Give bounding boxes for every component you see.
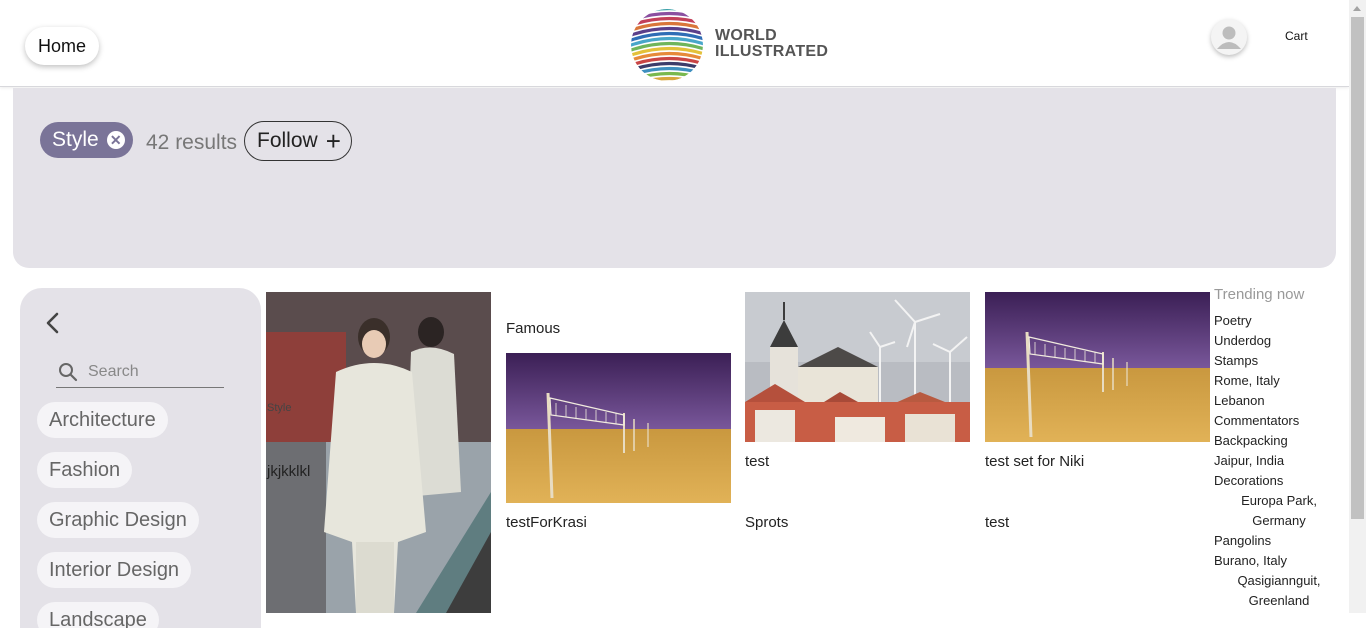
plus-icon: + [325,126,341,156]
trending-item[interactable]: Lebanon [1214,391,1344,411]
search-icon [58,362,78,382]
follow-label: Follow [257,129,318,152]
trending-panel: Trending now Poetry Underdog Stamps Rome… [1214,286,1344,611]
trending-title: Trending now [1214,286,1305,303]
trending-item[interactable]: Commentators [1214,411,1344,431]
card-heading-famous[interactable]: Famous [506,320,560,337]
follow-button[interactable]: Follow + [244,121,352,161]
category-chip-architecture[interactable]: Architecture [37,402,168,438]
category-chip-graphic-design[interactable]: Graphic Design [37,502,199,538]
sidebar-search [56,358,224,388]
scroll-thumb[interactable] [1351,17,1364,519]
category-sidebar: Architecture Fashion Graphic Design Inte… [20,288,261,628]
trending-item[interactable]: Stamps [1214,351,1344,371]
trending-item[interactable]: Pangolins [1214,531,1344,551]
trending-item[interactable]: Burano, Italy [1214,551,1344,571]
logo-line-2: ILLUSTRATED [715,43,829,60]
search-input[interactable] [88,360,218,384]
remove-tag-icon[interactable]: ✕ [106,131,125,149]
trending-item[interactable]: Decorations [1214,471,1344,491]
world-illustrated-logo[interactable]: WORLD ILLUSTRATED [631,9,831,81]
chevron-left-icon[interactable] [43,311,63,335]
card-title-test-set-for-niki[interactable]: test set for Niki [985,453,1084,470]
card-caption-sprots[interactable]: Sprots [745,514,788,531]
logo-wordmark: WORLD ILLUSTRATED [715,28,828,60]
volleyball-net-image-2[interactable] [985,292,1210,442]
globe-logo-icon [631,9,703,81]
category-chip-interior-design[interactable]: Interior Design [37,552,192,588]
church-wind-turbines-image[interactable] [745,292,970,442]
category-chip-fashion[interactable]: Fashion [37,452,133,488]
image-overlay-small-text: Style [267,402,292,414]
trending-item[interactable]: Rome, Italy [1214,371,1344,391]
trending-item[interactable]: Poetry [1214,311,1344,331]
logo-line-1: WORLD [715,27,777,44]
site-header: Home WORLD ILLUSTRATED Cart [0,0,1349,87]
volleyball-net-image[interactable] [506,353,731,503]
trending-item[interactable]: Backpacking [1214,431,1344,451]
user-avatar-icon[interactable] [1211,19,1247,55]
trending-item[interactable]: Underdog [1214,331,1344,351]
card-caption-testforkrasi[interactable]: testForKrasi [506,514,587,531]
trending-item[interactable]: Europa Park, Germany [1214,491,1334,531]
page-scrollbar[interactable] [1349,0,1366,613]
results-count: 42 results [146,131,238,154]
home-button[interactable]: Home [25,27,100,65]
trending-item[interactable]: Jaipur, India [1214,451,1344,471]
fashion-runway-image[interactable] [266,292,491,613]
scroll-up-arrow-icon[interactable] [1349,0,1366,17]
topic-banner: Style ✕ 42 results Follow + [13,88,1336,268]
active-tag-chip[interactable]: Style ✕ [40,122,133,158]
trending-item[interactable]: Qasigiannguit, Greenland [1214,571,1334,611]
card-title-test[interactable]: test [745,453,769,470]
cart-link[interactable]: Cart [1285,29,1308,43]
tag-label: Style [52,128,99,151]
card-caption-test[interactable]: test [985,514,1009,531]
category-chip-landscape[interactable]: Landscape [37,602,159,628]
image-overlay-text: jkjkklkl [267,463,311,480]
